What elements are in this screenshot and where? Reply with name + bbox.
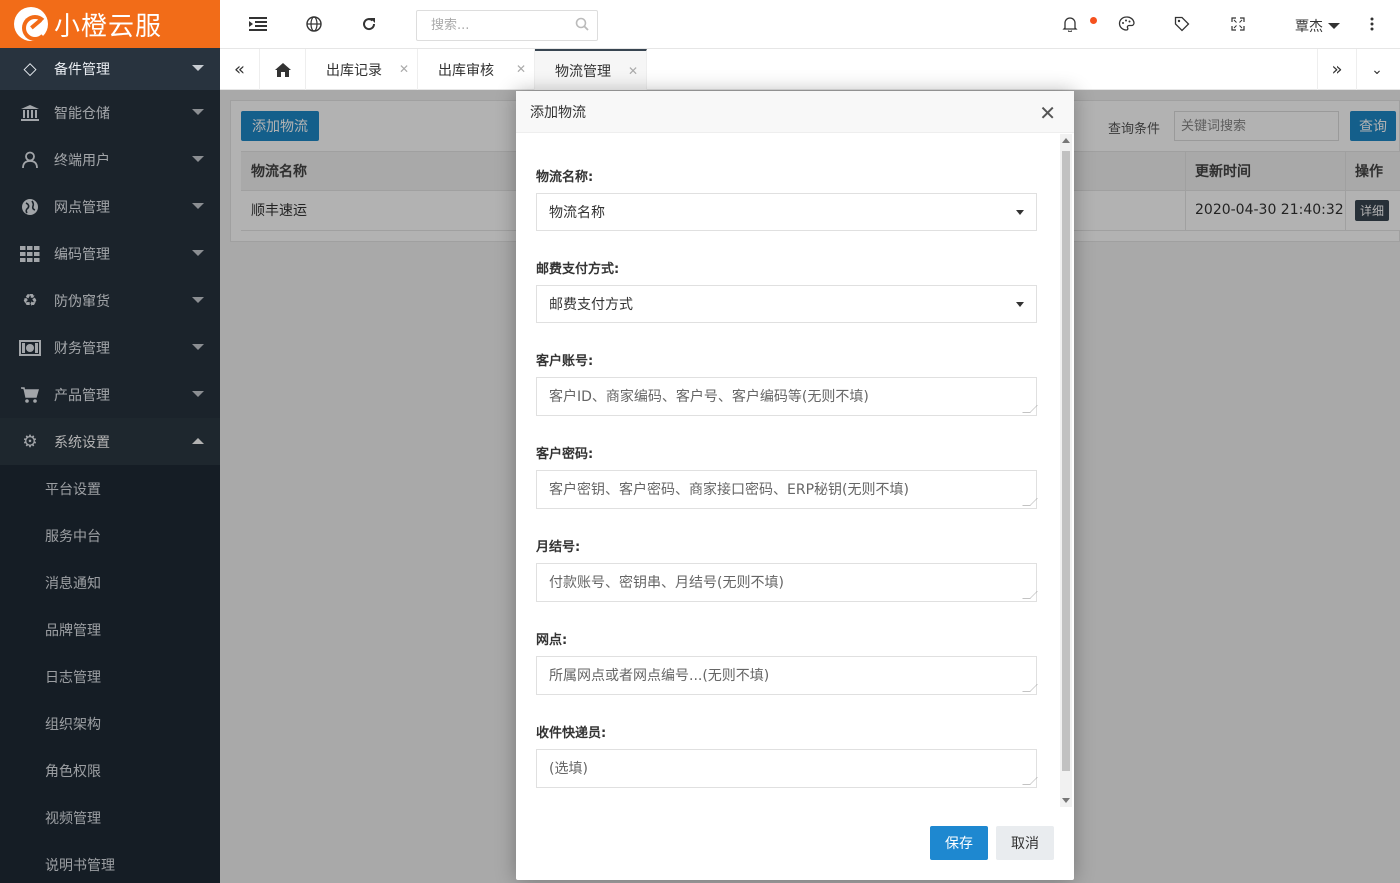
sidebar-item-label: 备件管理 <box>54 61 110 78</box>
logo-icon <box>14 7 48 41</box>
more-vertical-icon[interactable] <box>1362 14 1382 34</box>
outlet-field <box>536 656 1038 695</box>
cancel-button[interactable]: 取消 <box>996 826 1054 860</box>
dialog-scrollbar[interactable] <box>1060 134 1072 807</box>
tab-logistics[interactable]: 物流管理 ✕ <box>535 49 647 90</box>
field-label: 客户账号: <box>536 354 594 369</box>
courier-field <box>536 749 1038 788</box>
tab-scroll-left-icon[interactable]: « <box>220 49 260 90</box>
field-label: 邮费支付方式: <box>536 262 620 277</box>
select-value: 邮费支付方式 <box>549 297 633 313</box>
user-name: 覃杰 <box>1295 19 1323 35</box>
tab-scroll-right-icon[interactable]: » <box>1317 49 1357 90</box>
field-label: 收件快递员: <box>536 726 607 741</box>
dialog-body: 物流名称: 物流名称 邮费支付方式: 邮费支付方式 客户账号: 客户密码: 月结… <box>516 134 1074 807</box>
tab-label: 物流管理 <box>555 63 611 80</box>
sidebar-item-spare-parts[interactable]: ◇ 备件管理 <box>0 48 220 89</box>
search-box <box>416 10 598 41</box>
scroll-down-icon[interactable] <box>1062 798 1070 803</box>
field-label: 月结号: <box>536 540 581 555</box>
field-label: 网点: <box>536 633 568 648</box>
tab-outbound-records[interactable]: 出库记录 ✕ <box>306 49 418 90</box>
refresh-icon[interactable] <box>359 14 379 34</box>
add-logistics-dialog: 添加物流 ✕ 物流名称: 物流名称 邮费支付方式: 邮费支付方式 客户账号: 客… <box>516 91 1074 880</box>
search-icon[interactable] <box>575 17 589 35</box>
close-icon[interactable]: ✕ <box>399 62 409 76</box>
field-label: 客户密码: <box>536 447 594 462</box>
tab-bar: « 出库记录 ✕ 出库审核 ✕ 物流管理 ✕ » ⌄ <box>220 49 1400 90</box>
logo-text: 小橙云服 <box>54 11 163 42</box>
dialog-title: 添加物流 <box>530 104 586 121</box>
scroll-up-icon[interactable] <box>1062 138 1070 143</box>
courier-input[interactable] <box>537 750 1036 787</box>
home-icon <box>274 62 291 77</box>
notification-dot <box>1090 17 1097 24</box>
field-label: 物流名称: <box>536 170 594 185</box>
monthly-account-field <box>536 563 1038 602</box>
postage-payment-select[interactable]: 邮费支付方式 <box>536 285 1037 323</box>
logo[interactable]: 小橙云服 <box>0 0 220 48</box>
tab-outbound-review[interactable]: 出库审核 ✕ <box>418 49 535 90</box>
close-icon[interactable]: ✕ <box>1039 101 1056 125</box>
close-icon[interactable]: ✕ <box>628 64 638 78</box>
top-header: 覃杰 <box>220 0 1400 49</box>
dialog-header: 添加物流 ✕ <box>516 91 1074 133</box>
save-button[interactable]: 保存 <box>930 826 988 860</box>
caret-down-icon <box>192 65 204 71</box>
close-icon[interactable]: ✕ <box>516 62 526 76</box>
fullscreen-icon[interactable] <box>1228 14 1248 34</box>
palette-icon[interactable] <box>1116 14 1136 34</box>
scroll-thumb[interactable] <box>1062 151 1070 771</box>
user-menu[interactable]: 覃杰 <box>1295 16 1340 36</box>
customer-password-field <box>536 470 1038 509</box>
customer-password-input[interactable] <box>537 471 1036 508</box>
logistics-name-select[interactable]: 物流名称 <box>536 193 1037 231</box>
tab-label: 出库审核 <box>438 62 494 79</box>
tab-label: 出库记录 <box>326 62 382 79</box>
caret-down-icon <box>1016 302 1024 307</box>
select-value: 物流名称 <box>549 205 605 221</box>
diamond-icon: ◇ <box>23 58 37 79</box>
monthly-account-input[interactable] <box>537 564 1036 601</box>
tab-home[interactable] <box>260 49 306 90</box>
bell-icon[interactable] <box>1060 14 1080 34</box>
customer-account-field <box>536 377 1038 416</box>
caret-down-icon <box>1328 23 1340 29</box>
customer-account-input[interactable] <box>537 378 1036 415</box>
chevron-down-icon[interactable]: ⌄ <box>1357 49 1397 90</box>
tag-icon[interactable] <box>1172 14 1192 34</box>
caret-down-icon <box>1016 210 1024 215</box>
outlet-input[interactable] <box>537 657 1036 694</box>
globe-icon[interactable] <box>304 14 324 34</box>
search-input[interactable] <box>417 11 567 40</box>
menu-toggle-icon[interactable] <box>248 14 268 34</box>
